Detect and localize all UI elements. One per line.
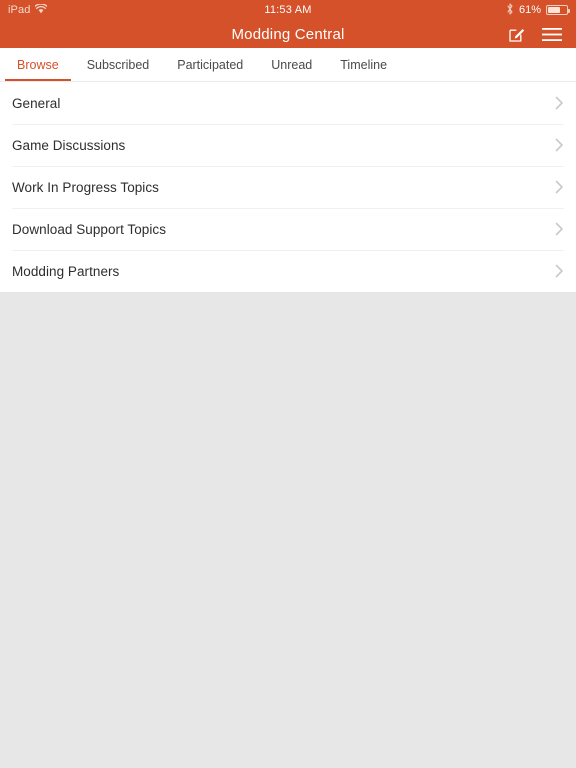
tab-label: Participated: [177, 57, 244, 72]
navigation-actions: [507, 25, 562, 44]
status-bar-right: 61%: [506, 2, 570, 18]
wifi-icon: [34, 2, 48, 17]
chevron-right-icon: [555, 180, 564, 194]
compose-icon[interactable]: [507, 25, 526, 44]
app-root: iPad 11:53 AM 61% Modding Central Browse…: [0, 0, 576, 768]
list-item-label: General: [12, 95, 61, 111]
tab-unread[interactable]: Unread: [257, 48, 326, 81]
forum-list: General Game Discussions Work In Progres…: [0, 82, 576, 292]
tab-browse[interactable]: Browse: [3, 48, 73, 81]
device-name-label: iPad: [8, 4, 31, 16]
list-item-label: Download Support Topics: [12, 221, 166, 237]
battery-percent-label: 61%: [518, 4, 541, 16]
list-item[interactable]: General: [0, 82, 576, 124]
list-item-label: Game Discussions: [12, 137, 126, 153]
hamburger-menu-icon[interactable]: [542, 27, 562, 42]
tab-label: Timeline: [340, 57, 388, 72]
list-item[interactable]: Modding Partners: [0, 250, 576, 292]
chevron-right-icon: [555, 222, 564, 236]
tab-bar: Browse Subscribed Participated Unread Ti…: [0, 48, 576, 82]
bluetooth-icon: [506, 2, 514, 18]
chevron-right-icon: [555, 96, 564, 110]
status-bar: iPad 11:53 AM 61%: [0, 0, 576, 20]
tab-label: Unread: [271, 57, 313, 72]
status-bar-center: 11:53 AM: [0, 0, 576, 20]
list-item-label: Work In Progress Topics: [12, 179, 159, 195]
status-bar-left: iPad: [8, 2, 48, 17]
tab-label: Browse: [17, 57, 59, 72]
list-item-label: Modding Partners: [12, 263, 120, 279]
list-item[interactable]: Game Discussions: [0, 124, 576, 166]
list-item[interactable]: Work In Progress Topics: [0, 166, 576, 208]
battery-fill: [548, 7, 561, 13]
tab-label: Subscribed: [86, 57, 150, 72]
tab-subscribed[interactable]: Subscribed: [73, 48, 164, 81]
chevron-right-icon: [555, 264, 564, 278]
tab-timeline[interactable]: Timeline: [326, 48, 401, 81]
battery-icon: [546, 5, 570, 15]
navigation-bar: Modding Central: [0, 20, 576, 48]
chevron-right-icon: [555, 138, 564, 152]
empty-content-area: [0, 292, 576, 768]
tab-participated[interactable]: Participated: [163, 48, 257, 81]
page-title: Modding Central: [231, 25, 345, 43]
list-item[interactable]: Download Support Topics: [0, 208, 576, 250]
clock-label: 11:53 AM: [264, 4, 312, 16]
